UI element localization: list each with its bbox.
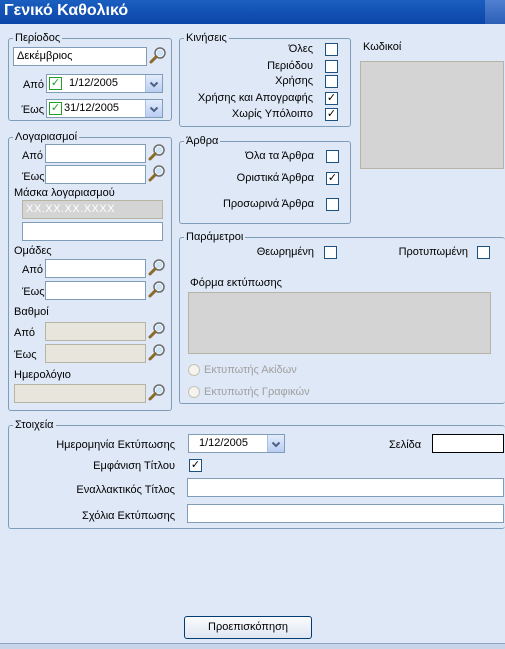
articles-temp-label: Προσωρινά Άρθρα <box>222 198 314 210</box>
period-from-check[interactable]: ✓ <box>49 77 62 90</box>
movement-no-balance-label: Χωρίς Υπόλοιπο <box>231 108 313 120</box>
groups-from-input[interactable] <box>45 259 146 278</box>
accounts-from-input[interactable] <box>45 144 146 163</box>
printer-graphics-label: Εκτυπωτής Γραφικών <box>204 386 310 398</box>
preview-button[interactable]: Προεπισκόπηση <box>184 616 312 639</box>
print-date-label: Ημερομηνία Εκτύπωσης <box>56 439 175 451</box>
period-from-date[interactable]: ✓ 1/12/2005 <box>46 74 163 93</box>
articles-all-checkbox[interactable] <box>326 150 339 163</box>
preprinted-label: Προτυπωμένη <box>398 246 468 258</box>
movement-period-label: Περιόδου <box>267 60 313 72</box>
account-mask-display: XX.XX.XX.XXXX <box>22 200 163 219</box>
journal-input[interactable] <box>14 384 146 403</box>
accounts-from-label: Από <box>22 150 44 162</box>
chevron-down-icon <box>271 439 281 449</box>
period-search-icon[interactable] <box>149 46 167 64</box>
movement-all-checkbox[interactable] <box>325 43 338 56</box>
groups-to-label: Έως <box>22 286 45 298</box>
movement-no-balance-checkbox[interactable]: ✓ <box>325 108 338 121</box>
print-form-label: Φόρμα εκτύπωσης <box>190 277 282 289</box>
movement-year-inventory-label: Χρήσης και Απογραφής <box>197 92 313 104</box>
groups-from-label: Από <box>22 264 44 276</box>
groups-to-search-icon[interactable] <box>148 280 166 298</box>
check-icon: ✓ <box>326 92 337 104</box>
movement-year-inventory-checkbox[interactable]: ✓ <box>325 92 338 105</box>
movement-period-checkbox[interactable] <box>325 60 338 73</box>
alt-title-label: Εναλλακτικός Τίτλος <box>76 484 175 496</box>
page-label: Σελίδα <box>389 439 422 451</box>
preprinted-checkbox[interactable] <box>477 246 490 259</box>
account-mask-label: Μάσκα λογαριασμού <box>14 187 115 199</box>
period-legend: Περίοδος <box>15 32 61 44</box>
journal-label: Ημερολόγιο <box>14 369 71 381</box>
parameters-legend: Παράμετροι <box>186 231 244 243</box>
approved-label: Θεωρημένη <box>256 246 314 258</box>
chevron-down-icon <box>149 104 159 114</box>
accounts-to-input[interactable] <box>45 165 146 184</box>
codes-label: Κωδικοί <box>363 41 402 53</box>
degrees-from-input[interactable] <box>45 322 146 341</box>
printer-needle-radio[interactable] <box>188 364 200 376</box>
printer-graphics-radio[interactable] <box>188 386 200 398</box>
period-from-dropdown[interactable] <box>145 75 162 92</box>
print-comments-label: Σχόλια Εκτύπωσης <box>82 510 175 522</box>
check-icon: ✓ <box>190 459 201 471</box>
chevron-down-icon <box>149 79 159 89</box>
page-input[interactable] <box>432 434 504 453</box>
codes-listbox[interactable] <box>360 61 504 169</box>
articles-legend: Άρθρα <box>186 135 219 147</box>
check-icon: ✓ <box>326 108 337 120</box>
printer-needle-label: Εκτυπωτής Ακίδων <box>204 364 297 376</box>
print-date-combo[interactable]: 1/12/2005 <box>188 434 285 453</box>
degrees-from-label: Από <box>14 327 36 339</box>
accounts-to-search-icon[interactable] <box>148 164 166 182</box>
groups-to-input[interactable] <box>45 281 146 300</box>
degrees-to-label: Έως <box>14 349 37 361</box>
accounts-to-label: Έως <box>22 171 45 183</box>
period-to-date[interactable]: ✓ 31/12/2005 <box>46 99 163 118</box>
movement-year-label: Χρήσης <box>275 75 313 87</box>
show-title-checkbox[interactable]: ✓ <box>189 459 202 472</box>
accounts-legend: Λογαριασμοί <box>15 131 78 143</box>
period-to-check[interactable]: ✓ <box>49 102 62 115</box>
print-date-dropdown[interactable] <box>267 435 284 452</box>
movement-year-checkbox[interactable] <box>325 75 338 88</box>
degrees-from-search-icon[interactable] <box>148 321 166 339</box>
approved-checkbox[interactable] <box>324 246 337 259</box>
period-to-dropdown[interactable] <box>145 100 162 117</box>
movement-all-label: Όλες <box>288 43 313 55</box>
window-title: Γενικό Καθολικό <box>4 2 129 19</box>
period-from-label: Από <box>22 79 44 91</box>
period-to-label: Έως <box>21 104 44 116</box>
articles-temp-checkbox[interactable] <box>326 198 339 211</box>
groups-from-search-icon[interactable] <box>148 258 166 276</box>
check-icon: ✓ <box>327 172 338 184</box>
print-form-listbox[interactable] <box>188 292 491 354</box>
degrees-to-input[interactable] <box>45 344 146 363</box>
window-titlebar: Γενικό Καθολικό <box>0 0 505 24</box>
articles-final-checkbox[interactable]: ✓ <box>326 172 339 185</box>
print-comments-input[interactable] <box>187 504 504 523</box>
account-mask-input[interactable] <box>22 222 163 241</box>
alt-title-input[interactable] <box>187 478 504 497</box>
accounts-from-search-icon[interactable] <box>148 143 166 161</box>
degrees-to-search-icon[interactable] <box>148 343 166 361</box>
period-input[interactable]: Δεκέμβριος <box>13 47 147 66</box>
show-title-label: Εμφάνιση Τίτλου <box>93 460 175 472</box>
check-icon: ✓ <box>50 77 61 89</box>
check-icon: ✓ <box>50 102 61 114</box>
titlebar-grip[interactable] <box>485 0 505 24</box>
groups-label: Ομάδες <box>14 245 52 257</box>
details-legend: Στοιχεία <box>15 419 54 431</box>
articles-all-label: Όλα τα Άρθρα <box>245 150 314 162</box>
journal-search-icon[interactable] <box>148 383 166 401</box>
articles-final-label: Οριστικά Άρθρα <box>236 172 314 184</box>
bottom-tab-strip[interactable] <box>0 643 505 649</box>
degrees-label: Βαθμοί <box>14 306 49 318</box>
